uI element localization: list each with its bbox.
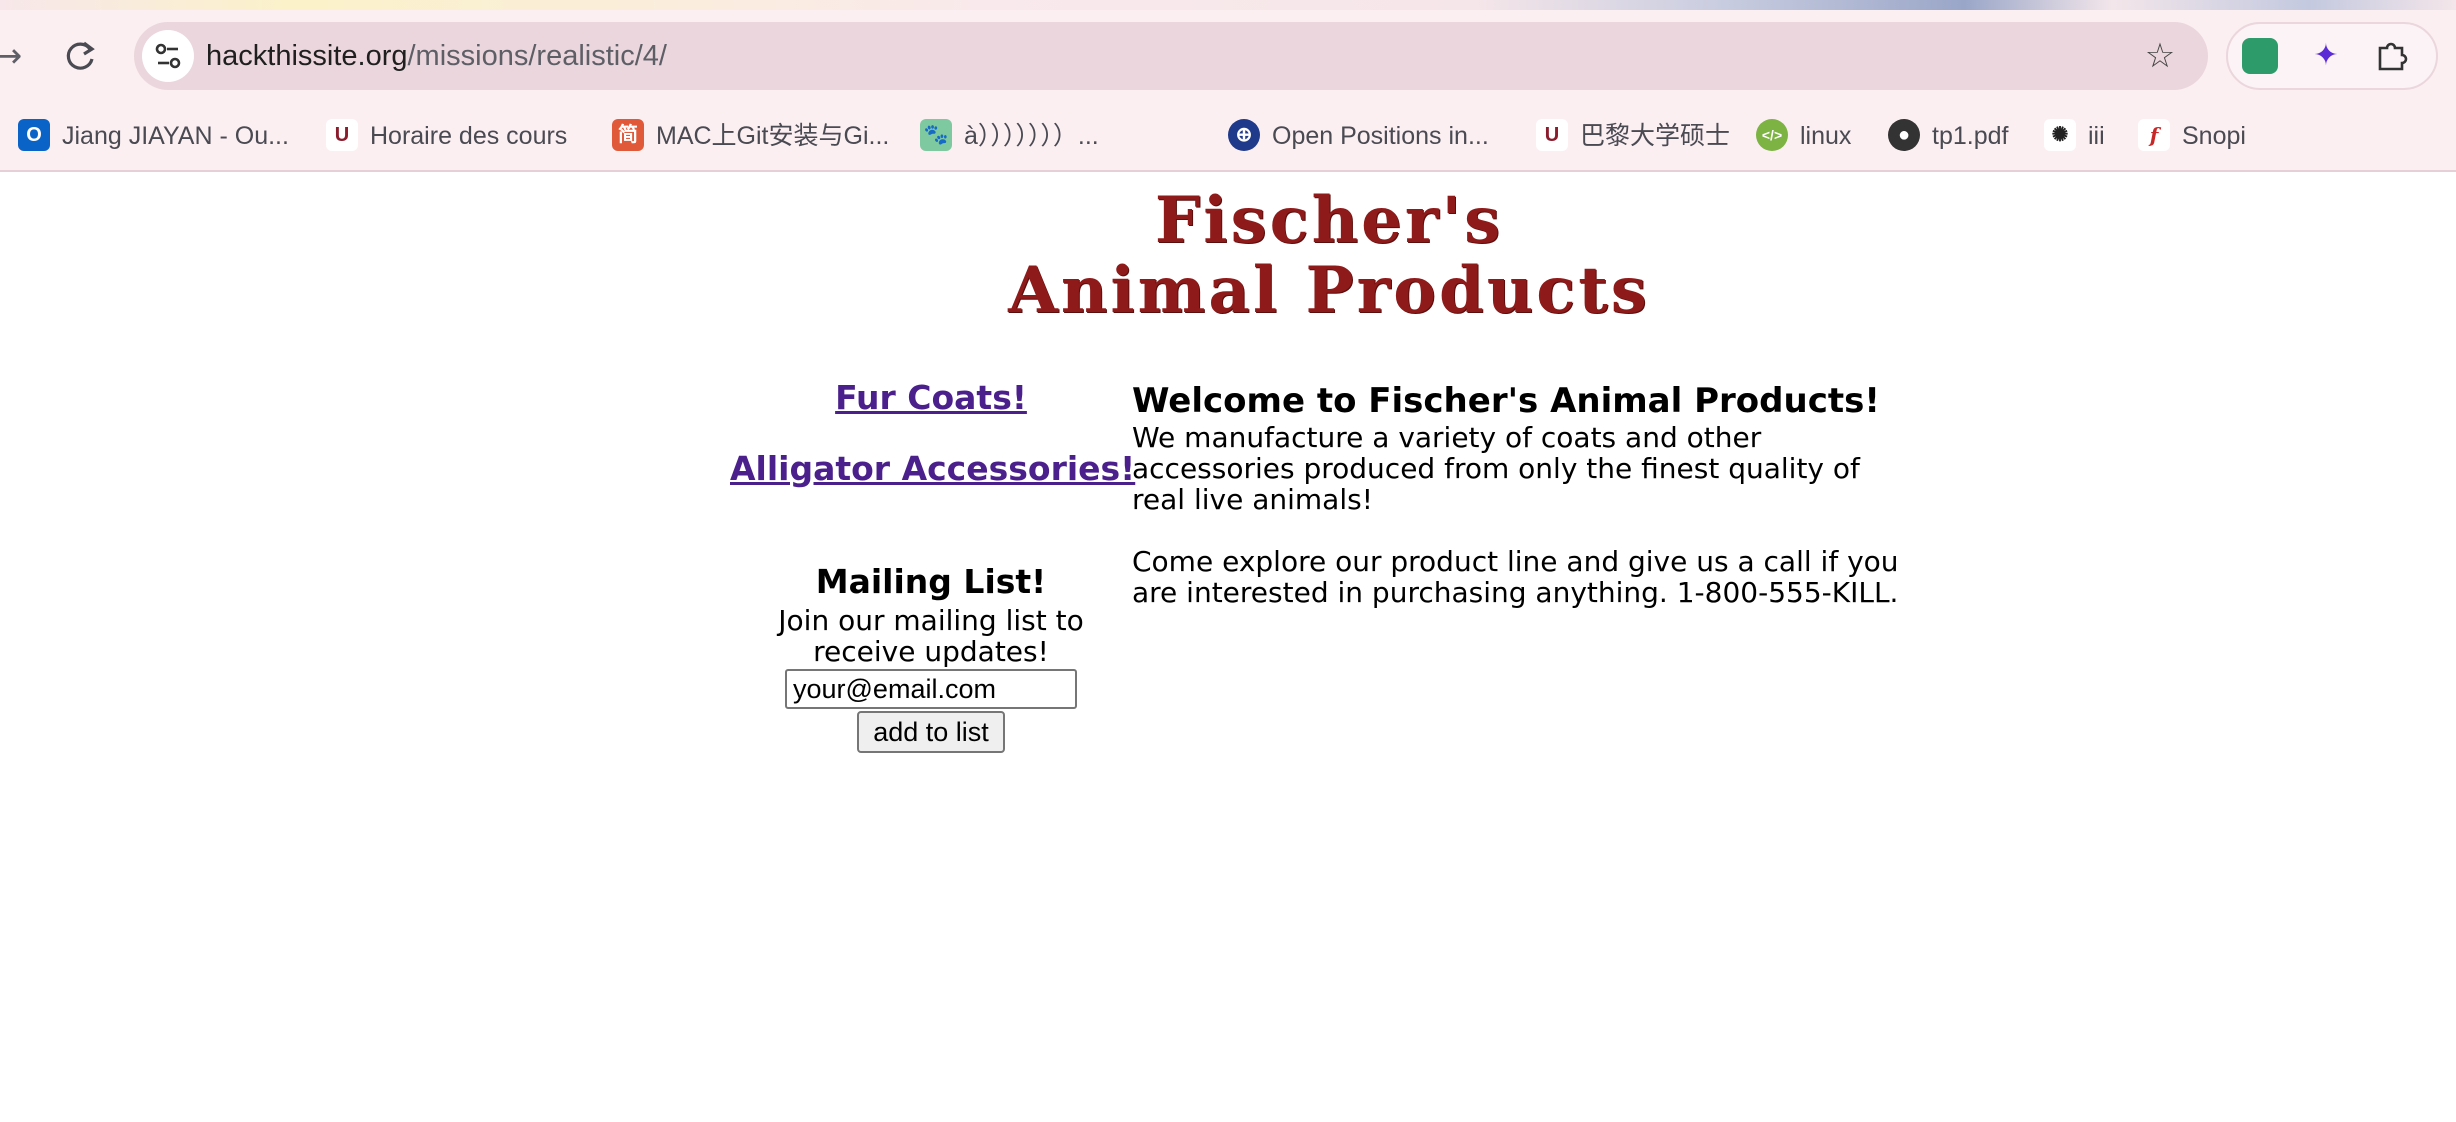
- university-icon: U: [1536, 119, 1568, 152]
- bookmark-label: à）））））））...: [964, 122, 1099, 150]
- globe-grid-icon: ⊕: [1228, 119, 1260, 152]
- code-icon: </>: [1756, 119, 1788, 152]
- mailing-list-form: [730, 669, 1132, 709]
- bookmark-label: MAC上Git安装与Gi...: [656, 122, 890, 150]
- paw-icon: 🐾: [920, 119, 952, 152]
- bookmark-label: Open Positions in...: [1272, 122, 1489, 150]
- reload-icon-svg: [66, 41, 95, 70]
- tab-strip: [0, 0, 2456, 10]
- tune-icon: [155, 43, 181, 69]
- nav-link-alligator-accessories[interactable]: Alligator Accessories!: [730, 449, 1135, 488]
- openai-icon: ✺: [2044, 119, 2076, 152]
- bookmark-item[interactable]: O Jiang JIAYAN - Ou...: [18, 112, 289, 160]
- bookmark-item[interactable]: f Snopi: [2138, 112, 2246, 160]
- logo-line-2: Animal Products: [1008, 253, 1650, 328]
- bookmark-star-icon[interactable]: ☆: [2138, 34, 2182, 78]
- flash-icon: f: [2138, 119, 2170, 152]
- sidebar: Fur Coats! Alligator Accessories! Mailin…: [730, 378, 1135, 753]
- browser-chrome: → hackthissite.org/missions/realistic/4/…: [0, 0, 2456, 172]
- puzzle-icon: [2378, 42, 2408, 71]
- bookmark-label: tp1.pdf: [1932, 122, 2009, 150]
- university-icon: U: [326, 119, 358, 152]
- bookmark-item[interactable]: ✺ iii: [2044, 112, 2105, 160]
- address-bar[interactable]: hackthissite.org/missions/realistic/4/ ☆: [134, 22, 2208, 90]
- forward-icon[interactable]: →: [0, 30, 34, 82]
- bookmark-item[interactable]: </> linux: [1756, 112, 1851, 160]
- nav-link-fur-coats[interactable]: Fur Coats!: [730, 378, 1132, 417]
- bookmark-label: linux: [1800, 122, 1852, 150]
- url-host: hackthissite.org: [206, 40, 408, 72]
- bookmark-label: Snopi: [2182, 122, 2246, 150]
- bookmark-item[interactable]: U Horaire des cours: [326, 112, 567, 160]
- puzzle-extensions-icon[interactable]: [2374, 38, 2410, 74]
- bookmark-item[interactable]: ● tp1.pdf: [1888, 112, 2008, 160]
- bookmark-label: iii: [2088, 122, 2105, 150]
- bookmark-label: Jiang JIAYAN - Ou...: [62, 122, 289, 150]
- chatgpt-extension-icon[interactable]: [2242, 38, 2278, 74]
- mailing-list-title: Mailing List!: [815, 562, 1047, 601]
- globe-icon: ●: [1888, 119, 1920, 152]
- bookmark-item[interactable]: U 巴黎大学硕士: [1536, 112, 1730, 160]
- email-field[interactable]: [785, 669, 1077, 709]
- logo-line-1: Fischer's: [1154, 183, 1504, 258]
- url-path: /missions/realistic/4/: [407, 40, 667, 72]
- outlook-icon: O: [18, 119, 50, 152]
- bookmark-label: 巴黎大学硕士: [1580, 122, 1731, 150]
- page-title: Welcome to Fischer's Animal Products!: [1132, 381, 1880, 421]
- mailing-list-description: Join our mailing list to receive updates…: [778, 604, 1084, 668]
- bookmarks-bar: O Jiang JIAYAN - Ou... U Horaire des cours…: [0, 112, 2456, 160]
- reload-icon[interactable]: [54, 30, 106, 82]
- bookmark-item[interactable]: 简 MAC上Git安装与Gi...: [612, 112, 889, 160]
- intro-paragraph: We manufacture a variety of coats and ot…: [1132, 421, 1860, 516]
- site-logo: Fischer's Animal Products: [964, 186, 1694, 332]
- jianshu-icon: 简: [612, 119, 644, 152]
- add-to-list-button[interactable]: add to list: [857, 711, 1005, 753]
- extensions-area: ✦: [2226, 22, 2438, 90]
- site-settings-icon[interactable]: [142, 30, 194, 82]
- bookmark-label: Horaire des cours: [370, 122, 568, 150]
- bookmark-item[interactable]: 🐾 à）））））））...: [920, 112, 1099, 160]
- url-text[interactable]: hackthissite.org/missions/realistic/4/: [206, 22, 667, 90]
- main-content: Welcome to Fischer's Animal Products! We…: [1132, 380, 1912, 608]
- bookmark-item[interactable]: ⊕ Open Positions in...: [1228, 112, 1489, 160]
- submit-row: add to list: [730, 711, 1132, 753]
- contact-paragraph: Come explore our product line and give u…: [1132, 545, 1899, 609]
- sparkle-extension-icon[interactable]: ✦: [2308, 38, 2344, 74]
